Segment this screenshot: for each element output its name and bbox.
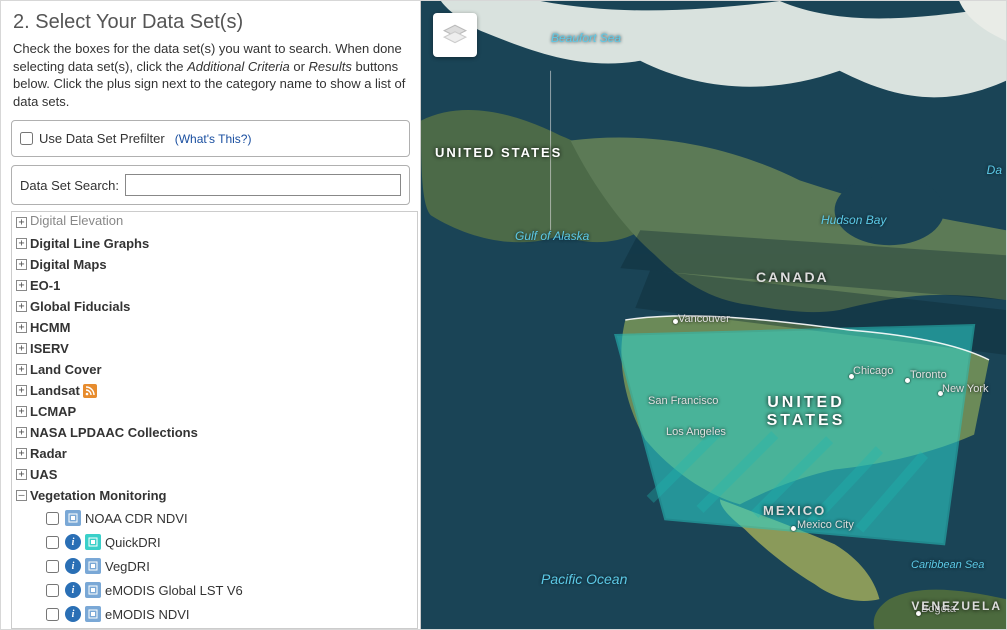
- tree-item-eo1[interactable]: + EO-1: [12, 275, 417, 296]
- tree-item-landsat[interactable]: + Landsat: [12, 380, 417, 401]
- dataset-tree[interactable]: + Digital Elevation + Digital Line Graph…: [11, 211, 418, 629]
- instructions: Check the boxes for the data set(s) you …: [1, 40, 420, 120]
- info-icon[interactable]: i: [65, 606, 81, 622]
- info-icon[interactable]: i: [65, 582, 81, 598]
- tree-item-land-cover[interactable]: + Land Cover: [12, 359, 417, 380]
- tree-item-digital-line-graphs[interactable]: + Digital Line Graphs: [12, 233, 417, 254]
- tree-item-iserv[interactable]: + ISERV: [12, 338, 417, 359]
- tree-label: Vegetation Monitoring: [30, 488, 167, 503]
- tree-label: LCMAP: [30, 404, 76, 419]
- instructions-em2: Results: [309, 59, 352, 74]
- tree-item-hcmm[interactable]: + HCMM: [12, 317, 417, 338]
- coverage-icon[interactable]: [85, 534, 101, 550]
- instructions-mid: or: [290, 59, 309, 74]
- info-icon[interactable]: i: [65, 558, 81, 574]
- page-heading: 2. Select Your Data Set(s): [1, 1, 420, 40]
- expand-icon[interactable]: +: [16, 238, 27, 249]
- tree-label: Radar: [30, 446, 67, 461]
- rss-icon[interactable]: [83, 384, 97, 398]
- coverage-icon[interactable]: [85, 558, 101, 574]
- info-icon[interactable]: i: [65, 534, 81, 550]
- expand-icon[interactable]: +: [16, 217, 27, 228]
- dataset-quickdri[interactable]: i QuickDRI: [46, 530, 417, 554]
- tree-label: EO-1: [30, 278, 60, 293]
- coverage-icon[interactable]: [85, 582, 101, 598]
- instructions-em1: Additional Criteria: [187, 59, 290, 74]
- city-dot-bogota: [916, 611, 921, 616]
- tree-item-digital-elevation[interactable]: + Digital Elevation: [12, 212, 417, 233]
- city-dot-mexico-city: [791, 526, 796, 531]
- tree-label: UAS: [30, 467, 57, 482]
- prefilter-box: Use Data Set Prefilter (What's This?): [11, 120, 410, 157]
- prefilter-checkbox[interactable]: [20, 132, 33, 145]
- tree-label: Digital Maps: [30, 257, 107, 272]
- dataset-label: NOAA CDR NDVI: [85, 511, 188, 526]
- coverage-icon[interactable]: [65, 510, 81, 526]
- tree-label: Global Fiducials: [30, 299, 130, 314]
- dataset-emodis-ndvi[interactable]: i eMODIS NDVI: [46, 602, 417, 626]
- expand-icon[interactable]: +: [16, 301, 27, 312]
- dataset-label: eMODIS NDVI: [105, 607, 190, 622]
- coverage-icon[interactable]: [85, 606, 101, 622]
- city-dot-new-york: [938, 391, 943, 396]
- tree-label: NASA LPDAAC Collections: [30, 425, 198, 440]
- tree-label: Land Cover: [30, 362, 102, 377]
- expand-icon[interactable]: +: [16, 406, 27, 417]
- dataset-emodis-global-lst[interactable]: i eMODIS Global LST V6: [46, 578, 417, 602]
- expand-icon[interactable]: +: [16, 280, 27, 291]
- tree-label: Digital Elevation: [30, 213, 123, 228]
- tree-item-uas[interactable]: + UAS: [12, 464, 417, 485]
- dataset-checkbox[interactable]: [46, 536, 59, 549]
- dataset-checkbox[interactable]: [46, 584, 59, 597]
- expand-icon[interactable]: +: [16, 427, 27, 438]
- map[interactable]: Beaufort Sea UNITED STATES Gulf of Alask…: [421, 1, 1006, 629]
- dataset-checkbox[interactable]: [46, 608, 59, 621]
- layers-button[interactable]: [433, 13, 477, 57]
- sidebar: 2. Select Your Data Set(s) Check the box…: [1, 1, 421, 629]
- prefilter-label: Use Data Set Prefilter: [39, 131, 165, 146]
- basemap: [421, 1, 1006, 629]
- city-dot-toronto: [905, 378, 910, 383]
- tree-label: Landsat: [30, 383, 80, 398]
- search-box: Data Set Search:: [11, 165, 410, 205]
- dataset-vegdri[interactable]: i VegDRI: [46, 554, 417, 578]
- expand-icon[interactable]: +: [16, 343, 27, 354]
- whats-this-link[interactable]: (What's This?): [175, 132, 252, 146]
- tree-item-lcmap[interactable]: + LCMAP: [12, 401, 417, 422]
- expand-icon[interactable]: +: [16, 448, 27, 459]
- vegetation-children: NOAA CDR NDVI i QuickDRI i VegDRI i eMOD…: [12, 506, 417, 626]
- tree-item-nasa-lpdaac[interactable]: + NASA LPDAAC Collections: [12, 422, 417, 443]
- tree-label: HCMM: [30, 320, 70, 335]
- expand-icon[interactable]: +: [16, 385, 27, 396]
- tree-item-vegetation-monitoring[interactable]: – Vegetation Monitoring: [12, 485, 417, 506]
- tree-item-radar[interactable]: + Radar: [12, 443, 417, 464]
- expand-icon[interactable]: +: [16, 322, 27, 333]
- expand-icon[interactable]: +: [16, 259, 27, 270]
- search-label: Data Set Search:: [20, 178, 119, 193]
- dataset-label: VegDRI: [105, 559, 150, 574]
- dataset-checkbox[interactable]: [46, 512, 59, 525]
- city-dot-chicago: [849, 374, 854, 379]
- tree-item-global-fiducials[interactable]: + Global Fiducials: [12, 296, 417, 317]
- tree-label: Digital Line Graphs: [30, 236, 149, 251]
- expand-icon[interactable]: +: [16, 364, 27, 375]
- dataset-checkbox[interactable]: [46, 560, 59, 573]
- tree-item-digital-maps[interactable]: + Digital Maps: [12, 254, 417, 275]
- tree-label: ISERV: [30, 341, 69, 356]
- city-dot-vancouver: [673, 319, 678, 324]
- layers-icon: [442, 22, 468, 48]
- dataset-noaa-cdr-ndvi[interactable]: NOAA CDR NDVI: [46, 506, 417, 530]
- collapse-icon[interactable]: –: [16, 490, 27, 501]
- dataset-label: eMODIS Global LST V6: [105, 583, 243, 598]
- dataset-label: QuickDRI: [105, 535, 161, 550]
- expand-icon[interactable]: +: [16, 469, 27, 480]
- search-input[interactable]: [125, 174, 401, 196]
